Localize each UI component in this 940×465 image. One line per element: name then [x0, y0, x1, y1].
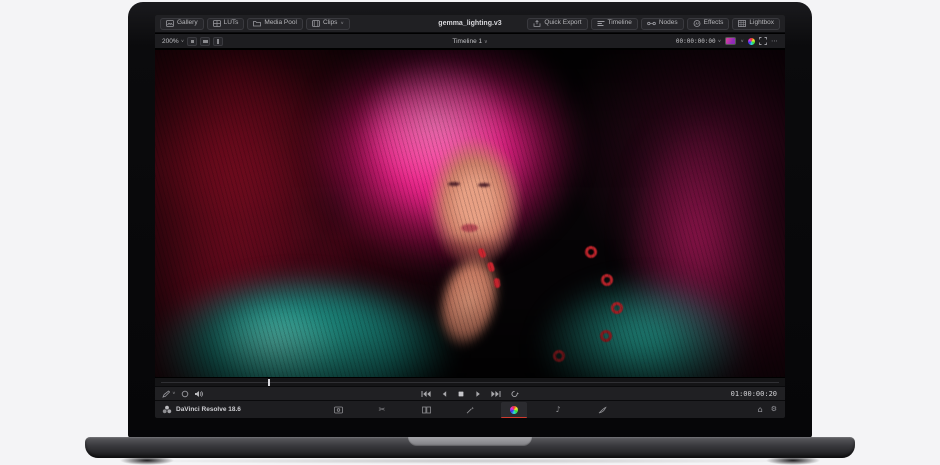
fairlight-page-icon[interactable]: ♪ [545, 402, 571, 418]
transport-bar: ∨ 01:00:00:20 [155, 386, 785, 400]
media-pool-icon [253, 20, 261, 27]
play-button[interactable] [474, 390, 482, 398]
laptop-shadow [120, 458, 820, 464]
effects-icon [693, 20, 701, 27]
edit-page-icon[interactable] [413, 402, 439, 418]
lightbox-icon [738, 20, 746, 27]
audio-mute-button[interactable] [194, 390, 204, 398]
laptop-base [85, 437, 855, 458]
gallery-button[interactable]: Gallery [160, 18, 204, 30]
fusion-page-icon[interactable] [457, 402, 483, 418]
home-icon[interactable]: ⌂ [758, 406, 763, 414]
top-toolbar: gemma_lighting.v3 Gallery LUTs Media Poo… [155, 15, 785, 33]
viewer-header-bar: Timeline 1 ∨ 200% ∨ 00:00:00:00 ∨ ∨ [155, 34, 785, 49]
clips-icon [312, 20, 320, 27]
chevron-down-icon: ∨ [740, 39, 744, 43]
quick-export-button[interactable]: Quick Export [527, 18, 587, 30]
options-menu-button[interactable]: ⋯ [771, 38, 778, 45]
loop-button[interactable] [510, 390, 519, 398]
cut-page-icon[interactable]: ✂ [369, 402, 395, 418]
luts-button[interactable]: LUTs [207, 18, 245, 30]
stop-button[interactable] [457, 390, 465, 398]
chevron-down-icon: ∨ [484, 39, 488, 45]
clips-button[interactable]: Clips ∨ [306, 18, 350, 30]
page-switcher: ✂ ♪ [155, 401, 785, 418]
davinci-resolve-window: gemma_lighting.v3 Gallery LUTs Media Poo… [155, 15, 785, 418]
wipe-icon [217, 39, 219, 44]
app-identity: DaVinci Resolve 18.6 [162, 405, 241, 414]
luts-icon [213, 20, 221, 27]
bypass-grades-button[interactable] [181, 390, 189, 398]
lightbox-button[interactable]: Lightbox [732, 18, 780, 30]
timeline-button[interactable]: Timeline [591, 18, 638, 30]
color-page-icon[interactable] [501, 402, 527, 418]
color-wheel-glyph [510, 406, 518, 414]
davinci-resolve-logo [162, 405, 172, 414]
viewer-zoom-group: 200% ∨ [162, 37, 223, 46]
transport-left-tools: ∨ [162, 390, 204, 398]
viewer-right-group: 00:00:00:00 ∨ ∨ ⋯ [676, 37, 778, 45]
viewer-zoom-select[interactable]: 200% ∨ [162, 38, 184, 45]
transport-controls [155, 390, 785, 398]
chevron-down-icon: ∨ [718, 39, 722, 43]
nodes-icon [647, 20, 656, 27]
still-thumbnail-icon[interactable] [725, 37, 736, 45]
viewer-toggle-split[interactable] [200, 37, 210, 46]
toolbar-left-group: Gallery LUTs Media Pool Clips ∨ [160, 18, 350, 30]
go-to-start-button[interactable] [421, 390, 431, 398]
media-page-icon[interactable] [325, 402, 351, 418]
color-wheel-icon[interactable] [748, 38, 755, 45]
photo-vignette [155, 50, 785, 377]
source-timecode[interactable]: 00:00:00:00 ∨ [676, 38, 721, 45]
expand-viewer-button[interactable] [759, 37, 767, 45]
viewer-image[interactable] [155, 50, 785, 377]
toolbar-right-group: Quick Export Timeline Nodes Effects Ligh… [527, 18, 780, 30]
timeline-icon [597, 20, 605, 27]
gallery-icon [166, 20, 174, 27]
annotation-tool-button[interactable]: ∨ [162, 390, 176, 398]
chevron-down-icon: ∨ [172, 392, 176, 396]
nodes-button[interactable]: Nodes [641, 18, 684, 30]
timeline-scrubber[interactable] [155, 377, 785, 386]
chevron-down-icon: ∨ [181, 39, 185, 43]
go-to-end-button[interactable] [491, 390, 501, 398]
scrubber-track [161, 382, 779, 383]
status-bar: ✂ ♪ DaVinci Resolve 18.6 ⌂ ⚙ [155, 400, 785, 418]
laptop-lid-notch [408, 437, 532, 446]
chevron-down-icon: ∨ [340, 22, 344, 26]
viewer-toggle-wipe[interactable] [213, 37, 223, 46]
laptop-foot [766, 456, 820, 465]
single-clip-icon [191, 40, 194, 43]
laptop-foot [120, 456, 174, 465]
record-timecode: 01:00:00:20 [731, 390, 777, 398]
viewer-toggle-single[interactable] [187, 37, 197, 46]
deliver-page-icon[interactable] [589, 402, 615, 418]
media-pool-button[interactable]: Media Pool [247, 18, 303, 30]
gear-icon[interactable]: ⚙ [771, 406, 777, 413]
step-back-button[interactable] [440, 390, 448, 398]
playhead[interactable] [268, 379, 270, 386]
apple-laptop-marketing-scene: gemma_lighting.v3 Gallery LUTs Media Poo… [0, 0, 940, 465]
quick-export-icon [533, 20, 541, 27]
app-version-label: DaVinci Resolve 18.6 [176, 406, 241, 413]
effects-button[interactable]: Effects [687, 18, 730, 30]
status-right-group: ⌂ ⚙ [758, 406, 777, 414]
split-view-icon [203, 40, 208, 43]
